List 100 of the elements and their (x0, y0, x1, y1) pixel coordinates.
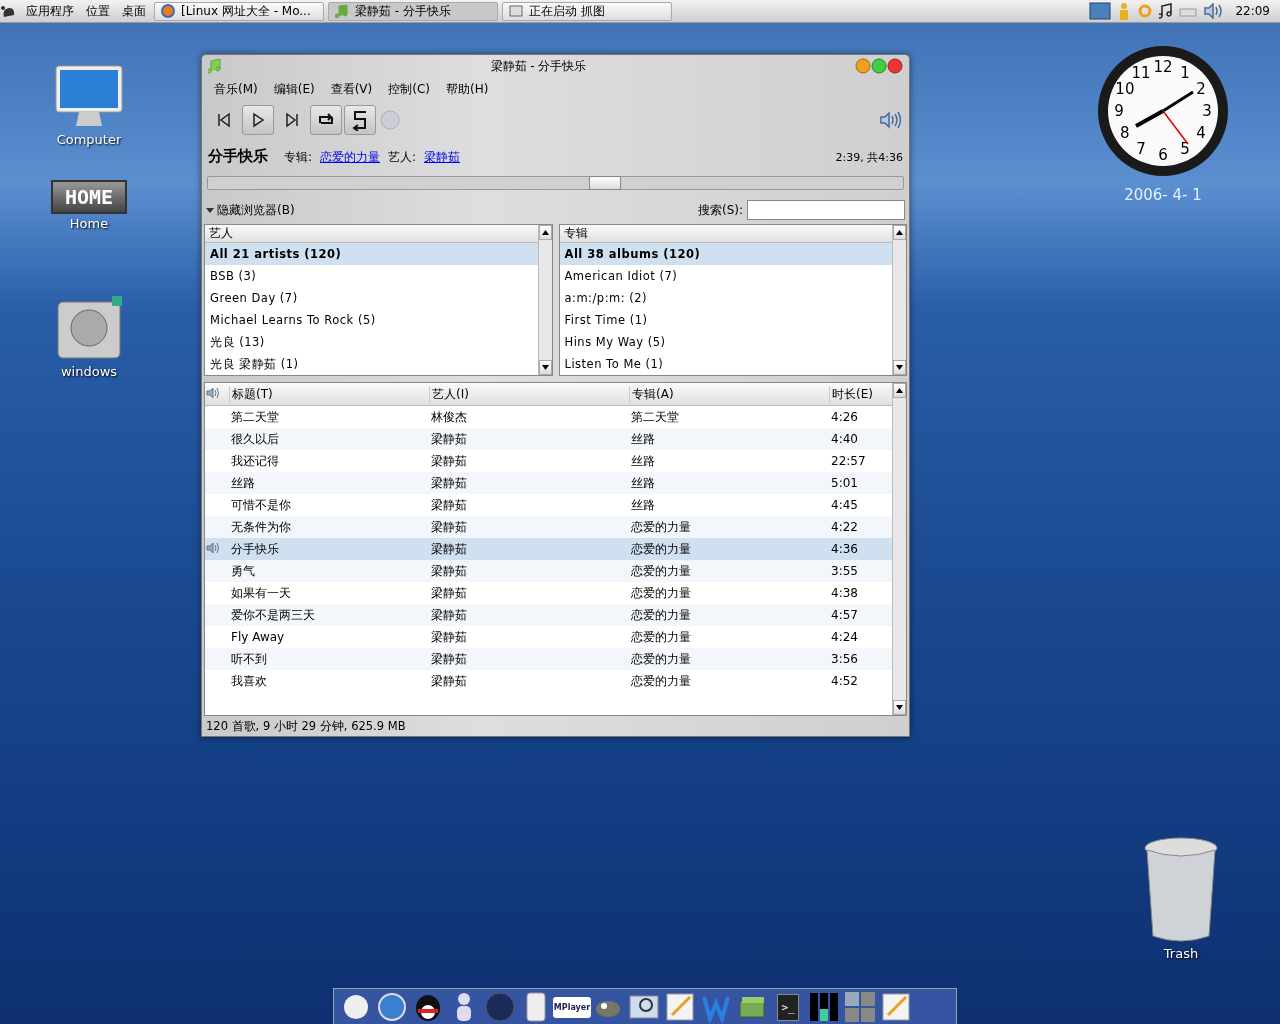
trash-can-icon[interactable] (1143, 836, 1219, 944)
list-item[interactable]: First Time (1) (559, 309, 892, 331)
table-cell-text: 4:40 (830, 432, 859, 446)
arrow-down-icon (896, 365, 903, 370)
table-cell-text: 恋爱的力量 (630, 650, 692, 668)
desktop-icon-label: windows (60, 364, 118, 379)
browser-toggle[interactable]: 隐藏浏览器(B) (206, 201, 295, 219)
track-row[interactable]: 丝路 梁静茹 丝路 5:01 (205, 472, 892, 494)
menu-item[interactable]: 控制(C) (382, 80, 436, 98)
table-cell-text: 听不到 (230, 650, 268, 668)
table-cell-text: 分手快乐 (230, 540, 280, 558)
column-header[interactable]: 艺人(I) (429, 385, 629, 403)
shuffle-button[interactable] (344, 105, 376, 135)
column-header[interactable]: 专辑(A) (629, 385, 829, 403)
artist-link[interactable]: 梁静茹 (424, 149, 461, 166)
table-cell-text: 4:38 (830, 586, 859, 600)
clock-numeral: 3 (1202, 102, 1212, 120)
list-item[interactable]: Michael Learns To Rock (5) (205, 309, 538, 331)
table-cell-text: 梁静茹 (430, 628, 468, 646)
clock-numeral: 4 (1196, 124, 1206, 142)
list-item[interactable]: a:m:/p:m: (2) (559, 287, 892, 309)
table-cell-text: 恋爱的力量 (630, 540, 692, 558)
desktop-icon-label: Home (69, 216, 109, 231)
table-cell-text: 第二天堂 (230, 408, 280, 426)
arrow-up-icon (896, 230, 903, 235)
column-header[interactable]: 专辑 (559, 225, 892, 243)
menu-item[interactable]: 音乐(M) (208, 80, 264, 98)
table-cell-text: 丝路 (630, 496, 656, 514)
list-item[interactable]: Listen To Me (1) (559, 353, 892, 375)
track-row[interactable]: 很久以后 梁静茹 丝路 4:40 (205, 428, 892, 450)
volume-icon (879, 110, 903, 130)
taskbar-button[interactable]: 梁静茹 - 分手快乐 (328, 1, 498, 21)
track-row[interactable]: 听不到 梁静茹 恋爱的力量 3:56 (205, 648, 892, 670)
table-cell-text: 3:55 (830, 564, 859, 578)
panel-menu[interactable]: 位置 (82, 2, 114, 20)
pencil-note-icon[interactable] (880, 991, 912, 1023)
disc-icon (378, 108, 402, 132)
table-cell-text: 恋爱的力量 (630, 518, 692, 536)
track-row[interactable]: 勇气 梁静茹 恋爱的力量 3:55 (205, 560, 892, 582)
menu-item[interactable]: 查看(V) (324, 80, 379, 98)
list-item[interactable]: BSB (3) (205, 265, 538, 287)
menu-item[interactable]: 编辑(E) (267, 80, 321, 98)
table-cell-text: 4:22 (830, 520, 859, 534)
taskbar-button[interactable]: [Linux 网址大全 - Mo... (154, 1, 324, 21)
arrow-up-icon (541, 230, 549, 235)
table-cell-text: 丝路 (630, 474, 656, 492)
column-header[interactable]: 标题(T) (229, 385, 429, 403)
meter-bars-icon[interactable] (808, 991, 840, 1023)
mplayer-logo[interactable]: MPlayer (552, 996, 592, 1018)
arrow-up-icon (896, 388, 903, 393)
arrow-down-icon (896, 705, 903, 710)
table-cell-text: 恋爱的力量 (630, 672, 692, 690)
date-label: 2006- 4- 1 (1124, 186, 1202, 204)
table-cell-text: 梁静茹 (430, 540, 468, 558)
column-header[interactable]: 艺人 (205, 225, 538, 243)
list-item[interactable]: Hins My Way (5) (559, 331, 892, 353)
table-cell-text: 如果有一天 (230, 584, 292, 602)
panel-menu[interactable]: 桌面 (118, 2, 150, 20)
list-item[interactable]: All 38 albums (120) (559, 243, 892, 265)
list-item[interactable]: American Idiot (7) (559, 265, 892, 287)
list-item[interactable]: 光良 (13) (205, 331, 538, 353)
caret-down-icon (206, 206, 214, 214)
window-title: 梁静茹 - 分手快乐 (489, 57, 588, 75)
sun-icon (1137, 3, 1154, 19)
music-note-icon (335, 4, 349, 18)
terminal-icon[interactable]: >_ (777, 993, 799, 1021)
table-cell-text: 4:45 (830, 498, 859, 512)
search-field[interactable] (747, 200, 905, 220)
table-cell-text: 我还记得 (230, 452, 280, 470)
clock-numeral: 2 (1196, 80, 1206, 98)
pencil-note-icon[interactable] (664, 991, 696, 1023)
panel-menu[interactable]: 应用程序 (22, 2, 78, 20)
panel-clock[interactable]: 22:09 (1231, 4, 1274, 18)
table-cell-text: 恋爱的力量 (630, 628, 692, 646)
table-cell-text: 3:56 (830, 652, 859, 666)
track-row[interactable]: 无条件为你 梁静茹 恋爱的力量 4:22 (205, 516, 892, 538)
clock-numeral: 9 (1114, 102, 1124, 120)
track-row[interactable]: 分手快乐 梁静茹 恋爱的力量 4:36 (205, 538, 892, 560)
menu-item[interactable]: 帮助(H) (440, 80, 495, 98)
clock-numeral: 12 (1153, 58, 1173, 76)
list-item[interactable]: All 21 artists (120) (205, 243, 538, 265)
list-item[interactable]: Green Day (7) (205, 287, 538, 309)
clock-numeral: 11 (1131, 63, 1151, 82)
taskbar-button[interactable]: 正在启动 抓图 (502, 1, 672, 21)
table-cell-text: 梁静茹 (430, 672, 468, 690)
minute-hand (1162, 90, 1194, 113)
play-button[interactable] (242, 105, 274, 135)
artist-label: 艺人: (388, 149, 417, 166)
seek-handle[interactable] (589, 176, 622, 190)
table-cell-text: 4:36 (830, 542, 859, 556)
list-item[interactable]: 光良 梁静茹 (1) (205, 353, 538, 375)
album-link[interactable]: 恋爱的力量 (320, 149, 381, 166)
desktop-icon-label: Trash (1163, 946, 1199, 961)
table-cell-text: 很久以后 (230, 430, 280, 448)
table-cell-text: Fly Away (230, 630, 286, 644)
home-sign-icon[interactable]: HOME (51, 180, 127, 214)
repeat-button[interactable] (310, 105, 342, 135)
hard-drive-icon[interactable] (54, 296, 124, 362)
track-row[interactable]: 爱你不是两三天 梁静茹 恋爱的力量 4:57 (205, 604, 892, 626)
skip-forward-icon (284, 112, 300, 128)
